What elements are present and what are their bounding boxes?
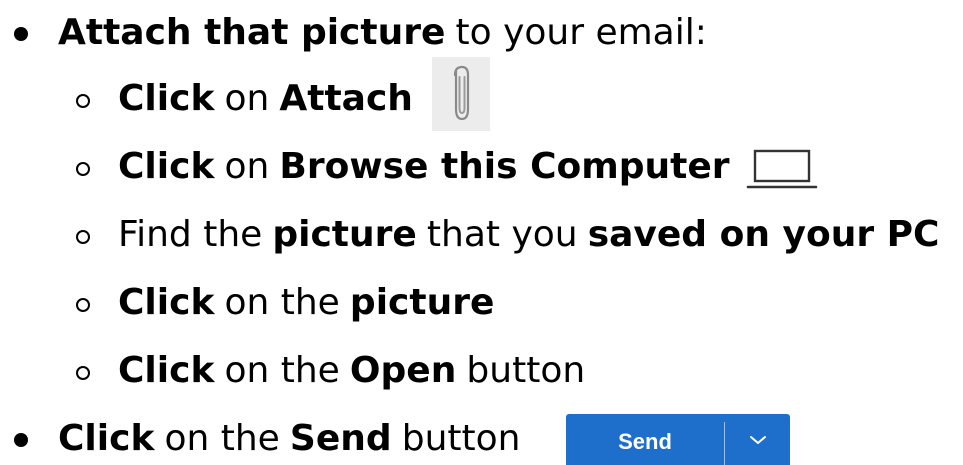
chevron-down-icon[interactable] bbox=[725, 414, 790, 465]
list-item-text-bold: Click bbox=[118, 146, 215, 187]
list-item-text-bold: Send bbox=[289, 418, 392, 459]
list-item-text: to your email: bbox=[455, 12, 707, 53]
list-item: Find the picture that you saved on your PC bbox=[118, 212, 939, 258]
list-item: Click on the Open button bbox=[118, 348, 585, 394]
list-item-text-bold: Attach bbox=[279, 78, 413, 119]
list-item: Click on the Send button bbox=[58, 416, 521, 462]
list-item-text: Find the bbox=[118, 214, 263, 255]
list-item-text-bold: Click bbox=[118, 78, 215, 119]
list-item-text: on the bbox=[224, 282, 340, 323]
bullet-disc bbox=[14, 27, 28, 41]
list-item-text-bold: Click bbox=[118, 282, 215, 323]
send-button[interactable]: Send bbox=[566, 414, 790, 465]
list-item-text-bold: Browse this Computer bbox=[279, 146, 730, 187]
list-item-text-bold: Attach that picture bbox=[58, 12, 446, 53]
paperclip-icon[interactable] bbox=[432, 57, 490, 131]
list-item: Click on Browse this Computer bbox=[118, 144, 730, 190]
list-item-text-bold: Open bbox=[349, 350, 457, 391]
list-item: Attach that picture to your email: bbox=[58, 10, 707, 56]
list-item-text-bold: saved on your PC bbox=[587, 214, 940, 255]
send-button-label[interactable]: Send bbox=[566, 414, 724, 465]
list-item-text: on bbox=[224, 78, 270, 119]
bullet-circle bbox=[76, 298, 90, 312]
list-item-text: on bbox=[224, 146, 270, 187]
bullet-circle bbox=[76, 230, 90, 244]
list-item: Click on the picture bbox=[118, 280, 494, 326]
list-item: Click on Attach bbox=[118, 76, 413, 122]
instruction-list: Attach that picture to your email: Click o… bbox=[0, 0, 963, 465]
bullet-circle bbox=[76, 366, 90, 380]
list-item-text-bold: Click bbox=[118, 350, 215, 391]
laptop-icon[interactable] bbox=[745, 147, 819, 193]
list-item-text-bold: picture bbox=[272, 214, 417, 255]
list-item-text-bold: Click bbox=[58, 418, 155, 459]
list-item-text: on the bbox=[164, 418, 280, 459]
bullet-circle bbox=[76, 94, 90, 108]
bullet-disc bbox=[14, 433, 28, 447]
bullet-circle bbox=[76, 162, 90, 176]
list-item-text: that you bbox=[426, 214, 578, 255]
list-item-text-bold: picture bbox=[349, 282, 495, 323]
list-item-text: button bbox=[401, 418, 521, 459]
list-item-text: on the bbox=[224, 350, 340, 391]
list-item-text: button bbox=[466, 350, 586, 391]
